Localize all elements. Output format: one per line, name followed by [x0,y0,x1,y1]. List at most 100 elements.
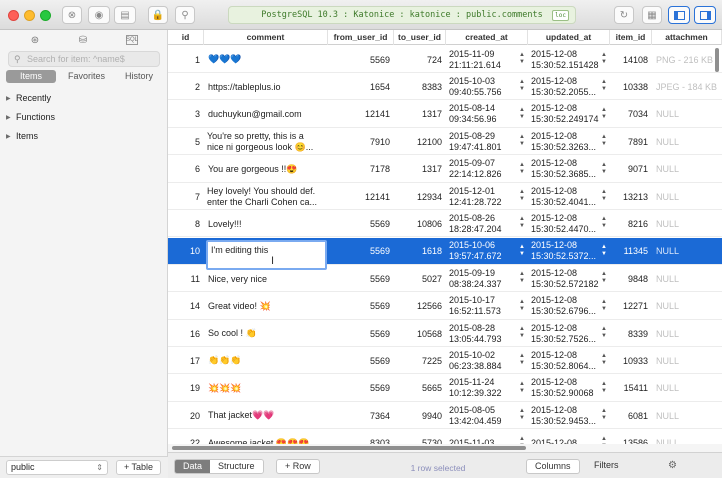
stepper-icon[interactable]: ▲▼ [519,381,525,395]
cell-attachment[interactable]: NULL [652,293,722,320]
cell-comment[interactable]: 👏👏👏 [204,347,328,374]
cell-created-at[interactable]: 2015-08-05 13:42:04.459 ▲ ▼ [446,402,528,429]
cell-updated-at[interactable]: 2015-12-08▲▼ [528,430,610,444]
tree-item-functions[interactable]: ▶ Functions [6,111,55,130]
tab-items[interactable]: Items [6,70,56,83]
column-header-from-user-id[interactable]: from_user_id [328,30,394,45]
cell-to-user-id[interactable]: 7225 [394,347,446,374]
stepper-icon[interactable]: ▲▼ [519,271,525,285]
cell-updated-at[interactable]: 2015-12-08 15:30:52.6796... ▲ ▼ [528,293,610,320]
cell-comment[interactable]: Lovely!!! [204,210,328,237]
cell-from-user-id[interactable]: 8303 [328,430,394,444]
cell-id[interactable]: 19 [168,375,204,402]
cell-attachment[interactable]: NULL [652,101,722,128]
cell-from-user-id[interactable]: 7178 [328,156,394,183]
cell-from-user-id[interactable]: 12141 [328,101,394,128]
cell-created-at[interactable]: 2015-09-19 08:38:24.337 ▲ ▼ [446,265,528,292]
cell-from-user-id[interactable]: 5569 [328,46,394,73]
cell-id[interactable]: 10 [168,238,204,265]
cell-to-user-id[interactable]: 10568 [394,320,446,347]
cell-updated-at[interactable]: 2015-12-08 15:30:52.249174 ▲ ▼ [528,101,610,128]
column-header-created-at[interactable]: created_at [446,30,528,45]
cell-comment[interactable]: That jacket💗💗 [204,402,328,429]
stepper-icon[interactable]: ▲▼ [519,79,525,93]
table-row[interactable]: 5 You're so pretty, this is a nice ni gorg… [168,128,722,156]
cell-comment[interactable]: Nice, very nice [204,265,328,292]
stepper-icon[interactable]: ▲▼ [601,162,607,176]
cell-attachment[interactable]: NULL [652,156,722,183]
cell-id[interactable]: 5 [168,128,204,155]
tab-history[interactable]: History [117,70,161,83]
cell-updated-at[interactable]: 2015-12-08 15:30:52.151428 ▲ ▼ [528,46,610,73]
horizontal-scrollbar[interactable] [168,444,722,452]
cell-from-user-id[interactable]: 5569 [328,293,394,320]
cell-from-user-id[interactable]: 1654 [328,73,394,100]
stepper-icon[interactable]: ▲▼ [519,353,525,367]
stepper-icon[interactable]: ▲▼ [601,436,607,444]
column-header-id[interactable]: id [168,30,204,45]
schema-select[interactable]: public ⇕ [6,460,108,475]
cell-comment[interactable]: duchuykun@gmail.com [204,101,328,128]
cell-to-user-id[interactable]: 5027 [394,265,446,292]
table-row[interactable]: 3 duchuykun@gmail.com 12141 1317 2015-08-14 0… [168,101,722,128]
stepper-icon[interactable]: ▲▼ [601,216,607,230]
stepper-icon[interactable]: ▲▼ [519,162,525,176]
tree-item-recently[interactable]: ▶ Recently [6,92,55,111]
cell-created-at[interactable]: 2015-10-17 16:52:11.573 ▲ ▼ [446,293,528,320]
cell-id[interactable]: 8 [168,210,204,237]
table-row[interactable]: 19 💥💥💥 5569 5665 2015-11-24 10:12:39.322 ▲ ▼ 201… [168,375,722,402]
cell-item-id[interactable]: 9848 [610,265,652,292]
cell-to-user-id[interactable]: 5665 [394,375,446,402]
cell-id[interactable]: 2 [168,73,204,100]
stepper-icon[interactable]: ▲▼ [519,436,525,444]
cell-comment[interactable]: Hey lovely! You should def. enter the Cha… [204,183,328,210]
cell-created-at[interactable]: 2015-10-03 09:40:55.756 ▲ ▼ [446,73,528,100]
add-table-button[interactable]: + Table [116,460,161,475]
stepper-icon[interactable]: ▲▼ [519,244,525,258]
cell-created-at[interactable]: 2015-08-26 18:28:47.204 ▲ ▼ [446,210,528,237]
cell-item-id[interactable]: 6081 [610,402,652,429]
cell-from-user-id[interactable]: 7364 [328,402,394,429]
cell-attachment[interactable]: NULL [652,320,722,347]
cell-updated-at[interactable]: 2015-12-08 15:30:52.572182 ▲ ▼ [528,265,610,292]
cell-to-user-id[interactable]: 1618 [394,238,446,265]
cell-from-user-id[interactable]: 5569 [328,320,394,347]
cell-comment[interactable]: Great video! 💥 [204,293,328,320]
cell-updated-at[interactable]: 2015-12-08 15:30:52.4041... ▲ ▼ [528,183,610,210]
cell-created-at[interactable]: 2015-12-01 12:41:28.722 ▲ ▼ [446,183,528,210]
minimize-window-button[interactable] [24,10,35,21]
table-row[interactable]: 7 Hey lovely! You should def. enter the Ch… [168,183,722,210]
cell-to-user-id[interactable]: 8383 [394,73,446,100]
sql-icon[interactable]: SQL [126,35,138,45]
cell-id[interactable]: 20 [168,402,204,429]
table-row[interactable]: 16 So cool ! 👏 5569 10568 2015-08-28 13:05:44… [168,320,722,347]
cell-id[interactable]: 14 [168,293,204,320]
cell-comment[interactable]: Awesome jacket 😍😍😍 [204,430,328,444]
cell-comment[interactable]: You are gorgeous !!😍 [204,156,328,183]
cell-to-user-id[interactable]: 12100 [394,128,446,155]
cell-to-user-id[interactable]: 12566 [394,293,446,320]
cell-item-id[interactable]: 14108 [610,46,652,73]
cell-item-id[interactable]: 9071 [610,156,652,183]
eye-icon[interactable]: ◉ [88,6,110,24]
table-row[interactable]: 6 You are gorgeous !!😍 7178 1317 2015-09-07 2… [168,156,722,183]
search-icon[interactable]: ⚲ [175,6,195,24]
tab-favorites[interactable]: Favorites [60,70,113,83]
table-row[interactable]: 14 Great video! 💥 5569 12566 2015-10-17 16:52… [168,293,722,320]
scroll-thumb[interactable] [172,446,526,450]
stepper-icon[interactable]: ▲▼ [601,134,607,148]
table-row[interactable]: 1 💙💙💙 5569 724 2015-11-09 21:11:21.614 ▲ ▼ 2015-… [168,46,722,73]
cell-item-id[interactable]: 8339 [610,320,652,347]
cell-attachment[interactable]: NULL [652,430,722,444]
right-panel-toggle-icon[interactable] [694,6,716,24]
column-header-updated-at[interactable]: updated_at [528,30,610,45]
stepper-icon[interactable]: ▲▼ [519,189,525,203]
cell-comment[interactable]: So cool ! 👏 [204,320,328,347]
cell-attachment[interactable]: NULL [652,238,722,265]
stepper-icon[interactable]: ▲▼ [601,189,607,203]
stepper-icon[interactable]: ▲▼ [601,408,607,422]
cell-to-user-id[interactable]: 12934 [394,183,446,210]
cell-from-user-id[interactable]: 5569 [328,347,394,374]
tab-structure[interactable]: Structure [210,460,263,473]
cell-from-user-id[interactable]: 5569 [328,210,394,237]
